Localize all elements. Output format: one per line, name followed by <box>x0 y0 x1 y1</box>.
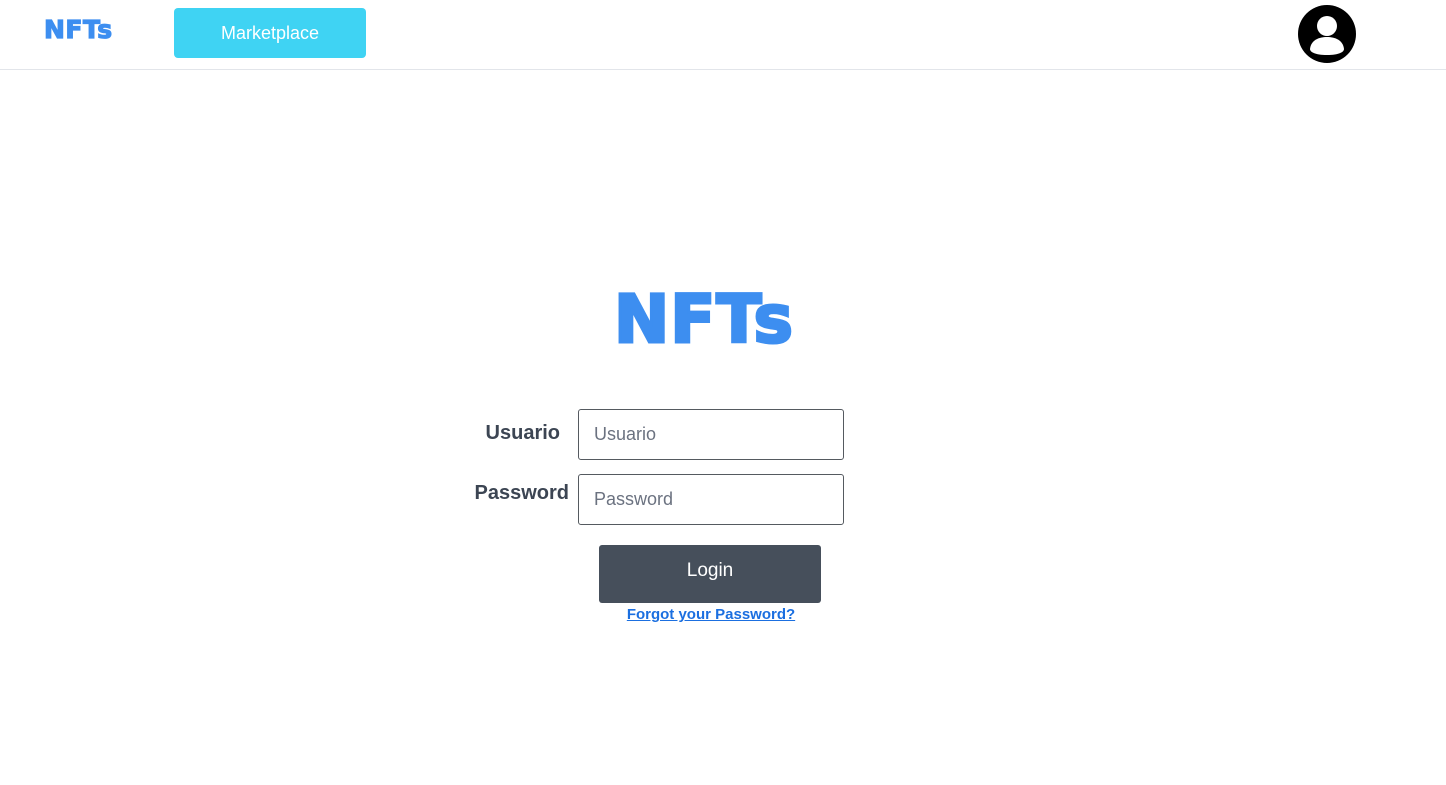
marketplace-button[interactable]: Marketplace <box>174 8 366 58</box>
password-input[interactable] <box>578 474 844 525</box>
user-avatar-button[interactable] <box>1298 5 1356 63</box>
username-input[interactable] <box>578 409 844 460</box>
password-label: Password <box>474 482 569 504</box>
user-circle-icon <box>1298 5 1356 63</box>
login-button[interactable]: Login <box>599 545 821 603</box>
nav-logo[interactable]: NFTs <box>43 16 112 42</box>
login-page: NFTs Marketplace NFTs Usuario Password L… <box>0 0 1446 785</box>
username-label: Usuario <box>485 422 560 444</box>
forgot-password-link[interactable]: Forgot your Password? <box>600 606 822 623</box>
login-logo: NFTs <box>613 281 795 358</box>
top-navbar: NFTs Marketplace <box>0 0 1446 70</box>
